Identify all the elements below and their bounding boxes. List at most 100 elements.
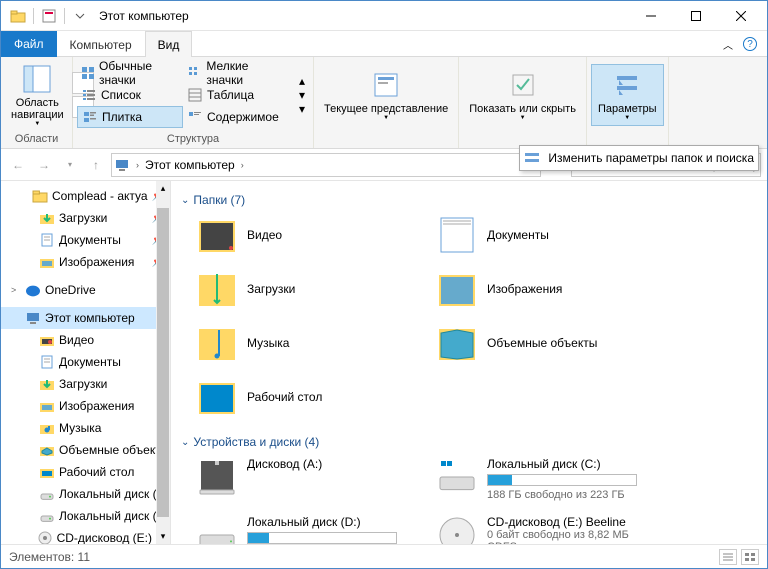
pc-icon	[25, 310, 41, 326]
sidebar-item-label: Видео	[59, 333, 94, 347]
scroll-thumb[interactable]	[157, 208, 169, 517]
options-button[interactable]: Параметры ▼	[591, 64, 664, 126]
folder-label: Загрузки	[247, 282, 295, 296]
close-button[interactable]	[718, 1, 763, 31]
sidebar-item[interactable]: Загрузки 📌	[1, 207, 170, 229]
tab-view[interactable]: Вид	[145, 31, 193, 57]
section-drives-header[interactable]: ⌄ Устройства и диски (4)	[181, 429, 757, 457]
ribbon: Область навигации ▼ Области Обычные знач…	[1, 57, 767, 149]
folder-item[interactable]: Музыка	[197, 323, 427, 363]
sidebar-item[interactable]: Локальный диск (С	[1, 483, 170, 505]
drive-label: Локальный диск (D:)	[247, 515, 397, 529]
layout-tiles[interactable]: Плитка	[77, 106, 183, 128]
scroll-down-icon[interactable]: ▾	[161, 531, 166, 544]
folder-item[interactable]: Документы	[437, 215, 667, 255]
workspace: Complead - актуа 📌 Загрузки 📌 Документы …	[1, 181, 767, 544]
sidebar-item[interactable]: Документы 📌	[1, 229, 170, 251]
sidebar-item[interactable]: Документы	[1, 351, 170, 373]
recent-button[interactable]: ▾	[59, 154, 81, 176]
current-view-button[interactable]: Текущее представление ▼	[318, 65, 454, 125]
sidebar-item-label: Документы	[59, 355, 121, 369]
minimize-button[interactable]	[628, 1, 673, 31]
layout-table[interactable]: Таблица	[183, 84, 289, 106]
options-menu: Изменить параметры папок и поиска	[519, 145, 759, 171]
chevron-down-icon: ▼	[624, 115, 630, 121]
current-view-icon	[370, 69, 402, 101]
sidebar-item[interactable]: Изображения	[1, 395, 170, 417]
sidebar-item[interactable]: Загрузки	[1, 373, 170, 395]
sidebar-item[interactable]: Музыка	[1, 417, 170, 439]
sidebar-item-label: Загрузки	[59, 377, 107, 391]
folder-label: Изображения	[487, 282, 562, 296]
view-details-button[interactable]	[719, 549, 737, 565]
qat-properties-icon[interactable]	[40, 7, 58, 25]
window-title: Этот компьютер	[99, 9, 189, 23]
chevron-down-icon: ▼	[34, 121, 40, 127]
tiles-icon	[82, 109, 98, 125]
maximize-button[interactable]	[673, 1, 718, 31]
layout-ordinary-icons[interactable]: Обычные значки	[77, 62, 183, 84]
documents-icon	[39, 354, 55, 370]
options-icon	[611, 69, 643, 101]
sidebar-item-label: Рабочий стол	[59, 465, 134, 479]
folder-item[interactable]: Видео	[197, 215, 427, 255]
cloud-icon	[25, 282, 41, 298]
titlebar: Этот компьютер	[1, 1, 767, 31]
folder-item[interactable]: Рабочий стол	[197, 377, 427, 417]
up-button[interactable]: ↑	[85, 154, 107, 176]
section-folders-header[interactable]: ⌄ Папки (7)	[181, 187, 757, 215]
sidebar-item[interactable]: Этот компьютер	[1, 307, 170, 329]
pc-icon	[114, 157, 130, 173]
folder-item[interactable]: Изображения	[437, 269, 667, 309]
drive-icon	[39, 486, 55, 502]
folder-label: Документы	[487, 228, 549, 242]
sidebar-item[interactable]: Объемные объекты	[1, 439, 170, 461]
usage-text: 0 байт свободно из 8,82 МБ	[487, 529, 629, 541]
pictures-icon	[437, 269, 477, 309]
forward-button[interactable]: →	[33, 154, 55, 176]
objects-icon	[39, 442, 55, 458]
nav-pane-button[interactable]: Область навигации ▼	[5, 59, 70, 131]
layout-content[interactable]: Содержимое	[183, 106, 289, 128]
sidebar-item[interactable]: Рабочий стол	[1, 461, 170, 483]
chevron-right-icon[interactable]: ›	[239, 160, 246, 170]
sidebar-item[interactable]: Локальный диск (D:	[1, 505, 170, 527]
scroll-down-icon[interactable]: ▾	[295, 89, 309, 101]
ribbon-collapse-icon[interactable]: ︿	[723, 37, 733, 52]
sidebar-item[interactable]: > OneDrive	[1, 279, 170, 301]
drive-item[interactable]: Локальный диск (С:) 188 ГБ свободно из 2…	[437, 457, 697, 501]
drive-item[interactable]: Дисковод (A:)	[197, 457, 427, 501]
drive-item[interactable]: CD-дисковод (E:) Beeline 0 байт свободно…	[437, 515, 697, 544]
tab-file[interactable]: Файл	[1, 31, 57, 57]
options-menu-item[interactable]: Изменить параметры папок и поиска	[548, 151, 754, 165]
layout-small-icons[interactable]: Мелкие значки	[183, 62, 289, 84]
help-icon[interactable]: ?	[743, 37, 757, 51]
sidebar-item[interactable]: Изображения 📌	[1, 251, 170, 273]
scroll-up-icon[interactable]: ▴	[295, 75, 309, 87]
chevron-right-icon[interactable]: ›	[134, 160, 141, 170]
back-button[interactable]: ←	[7, 154, 29, 176]
qat-dropdown-icon[interactable]	[71, 7, 89, 25]
scroll-up-icon[interactable]: ▴	[161, 181, 166, 194]
breadcrumb[interactable]: › Этот компьютер › ⌄	[111, 153, 541, 177]
scrollbar[interactable]: ▴ ▾	[156, 181, 170, 544]
sidebar-item[interactable]: Видео	[1, 329, 170, 351]
nav-pane-icon	[21, 63, 53, 95]
sidebar-item[interactable]: CD-дисковод (E:) Ве	[1, 527, 170, 544]
folder-item[interactable]: Загрузки	[197, 269, 427, 309]
tab-computer[interactable]: Компьютер	[57, 32, 145, 56]
view-icons-button[interactable]	[741, 549, 759, 565]
sidebar-item[interactable]: Complead - актуа 📌	[1, 185, 170, 207]
expand-icon[interactable]: >	[11, 285, 21, 295]
downloads-icon	[197, 269, 237, 309]
drive-item[interactable]: Локальный диск (D:) 513 ГБ свободно из 5…	[197, 515, 427, 544]
chevron-down-icon: ▼	[383, 115, 389, 121]
folder-label: Рабочий стол	[247, 390, 322, 404]
cd-icon	[437, 515, 477, 544]
show-hide-button[interactable]: Показать или скрыть ▼	[463, 65, 582, 125]
folder-label: Видео	[247, 228, 282, 242]
layout-list[interactable]: Список	[77, 84, 183, 106]
content: ⌄ Папки (7) Видео Документы Загрузки Изо…	[171, 181, 767, 544]
folder-item[interactable]: Объемные объекты	[437, 323, 667, 363]
expand-gallery-icon[interactable]: ▾	[295, 103, 309, 115]
